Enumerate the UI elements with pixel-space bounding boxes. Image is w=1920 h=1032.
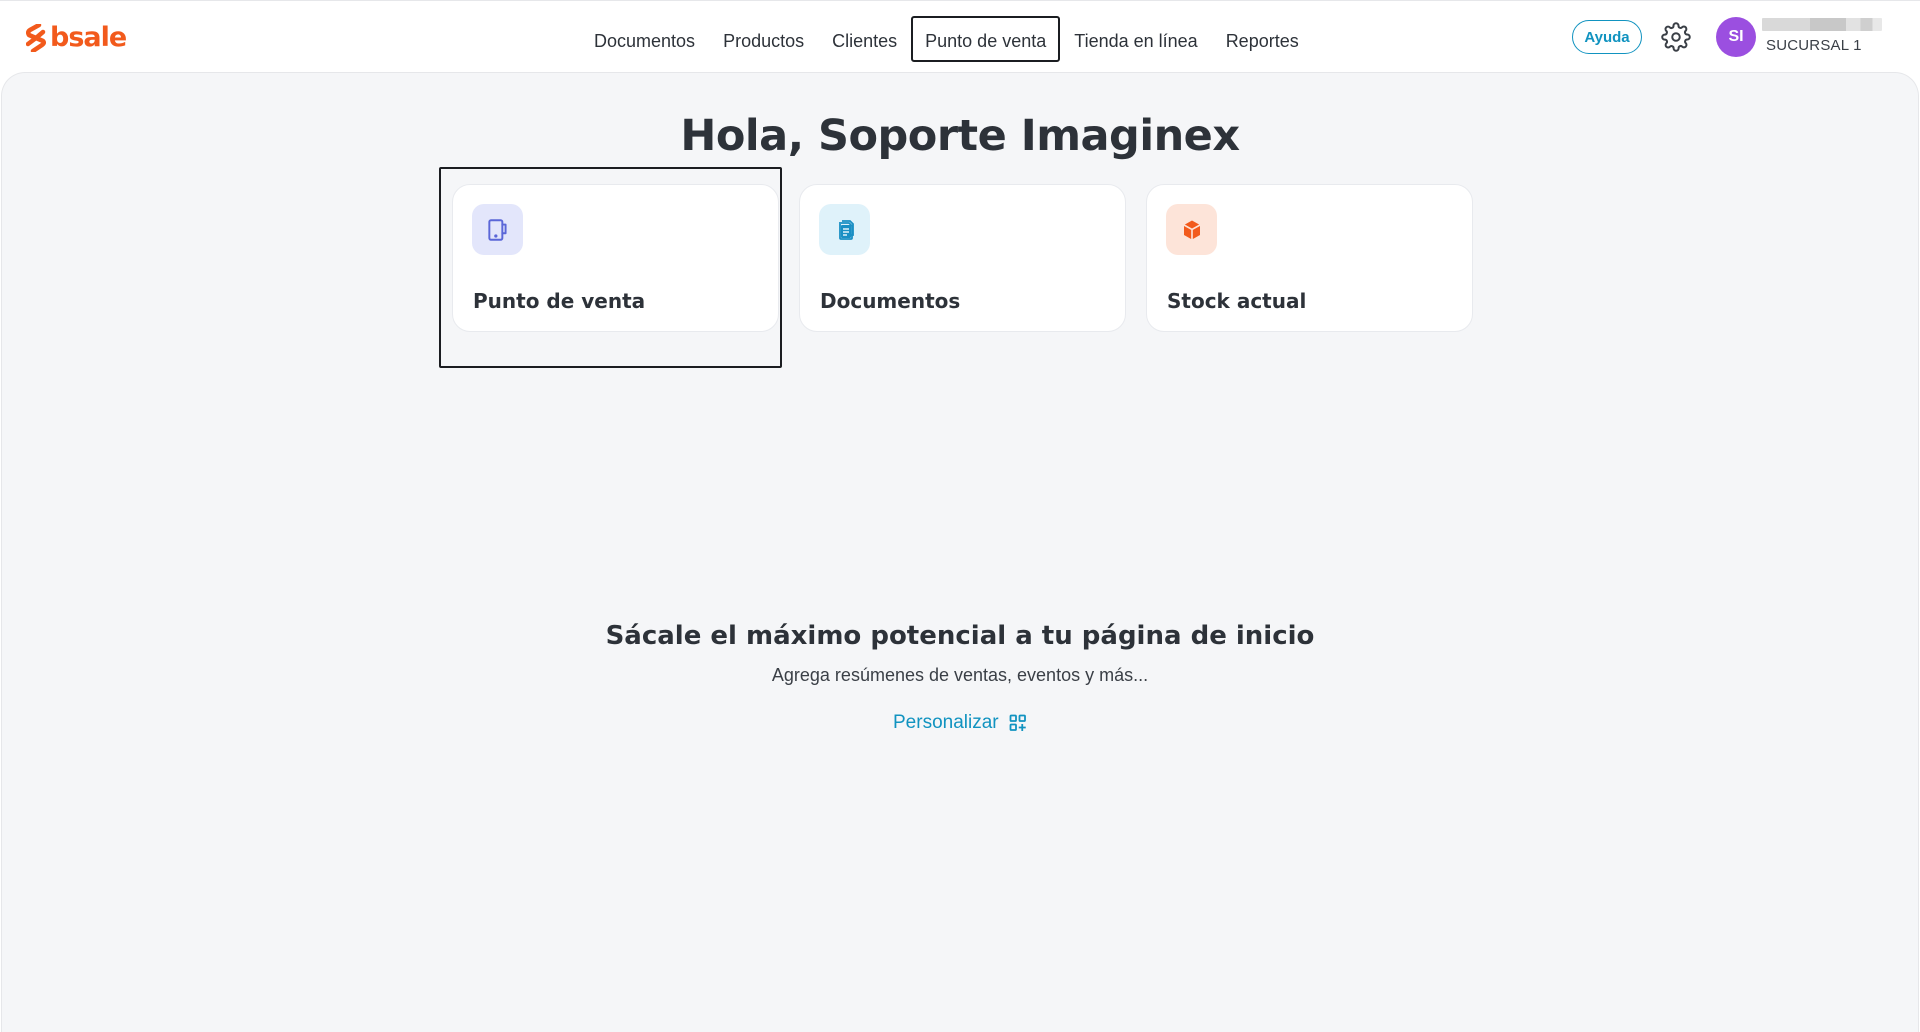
nav-tienda-en-linea[interactable]: Tienda en línea — [1060, 16, 1211, 62]
bsale-logo-icon — [26, 24, 46, 52]
branch-label[interactable]: SUCURSAL 1 — [1766, 37, 1862, 54]
card-label: Stock actual — [1167, 289, 1307, 313]
user-avatar[interactable]: SI — [1716, 17, 1756, 57]
nav-punto-de-venta[interactable]: Punto de venta — [911, 16, 1061, 62]
nav-reportes[interactable]: Reportes — [1212, 16, 1313, 62]
card-icon-container — [472, 204, 523, 255]
user-name-redacted — [1762, 18, 1882, 31]
nav-clientes[interactable]: Clientes — [818, 16, 911, 62]
main-nav: Documentos Productos Clientes Punto de v… — [580, 16, 1313, 62]
nav-documentos[interactable]: Documentos — [580, 16, 709, 62]
logo-text: bsale — [50, 22, 127, 53]
shortcut-card-documentos[interactable]: Documentos — [799, 184, 1126, 332]
widgets-add-icon — [1009, 714, 1026, 731]
promo-title: Sácale el máximo potencial a tu página d… — [605, 621, 1315, 651]
gear-icon[interactable] — [1661, 22, 1691, 52]
nav-productos[interactable]: Productos — [709, 16, 818, 62]
page-title: Hola, Soporte Imaginex — [680, 111, 1240, 161]
personalize-label: Personalizar — [893, 712, 999, 733]
shortcut-card-stock-actual[interactable]: Stock actual — [1146, 184, 1473, 332]
help-button[interactable]: Ayuda — [1572, 20, 1642, 54]
card-icon-container — [1166, 204, 1217, 255]
top-navigation-bar: bsale Documentos Productos Clientes Punt… — [0, 0, 1920, 72]
promo-subtitle: Agrega resúmenes de ventas, eventos y má… — [771, 665, 1149, 685]
document-icon — [838, 219, 854, 240]
home-panel: Hola, Soporte Imaginex Punto de venta Do… — [1, 72, 1919, 1032]
shortcut-card-punto-de-venta[interactable]: Punto de venta — [452, 184, 779, 332]
box-icon — [1183, 220, 1200, 239]
tablet-icon — [487, 218, 507, 241]
personalize-link[interactable]: Personalizar — [893, 710, 1027, 736]
card-label: Documentos — [820, 289, 961, 313]
card-icon-container — [819, 204, 870, 255]
bsale-logo[interactable]: bsale — [26, 22, 127, 53]
card-label: Punto de venta — [473, 289, 646, 313]
